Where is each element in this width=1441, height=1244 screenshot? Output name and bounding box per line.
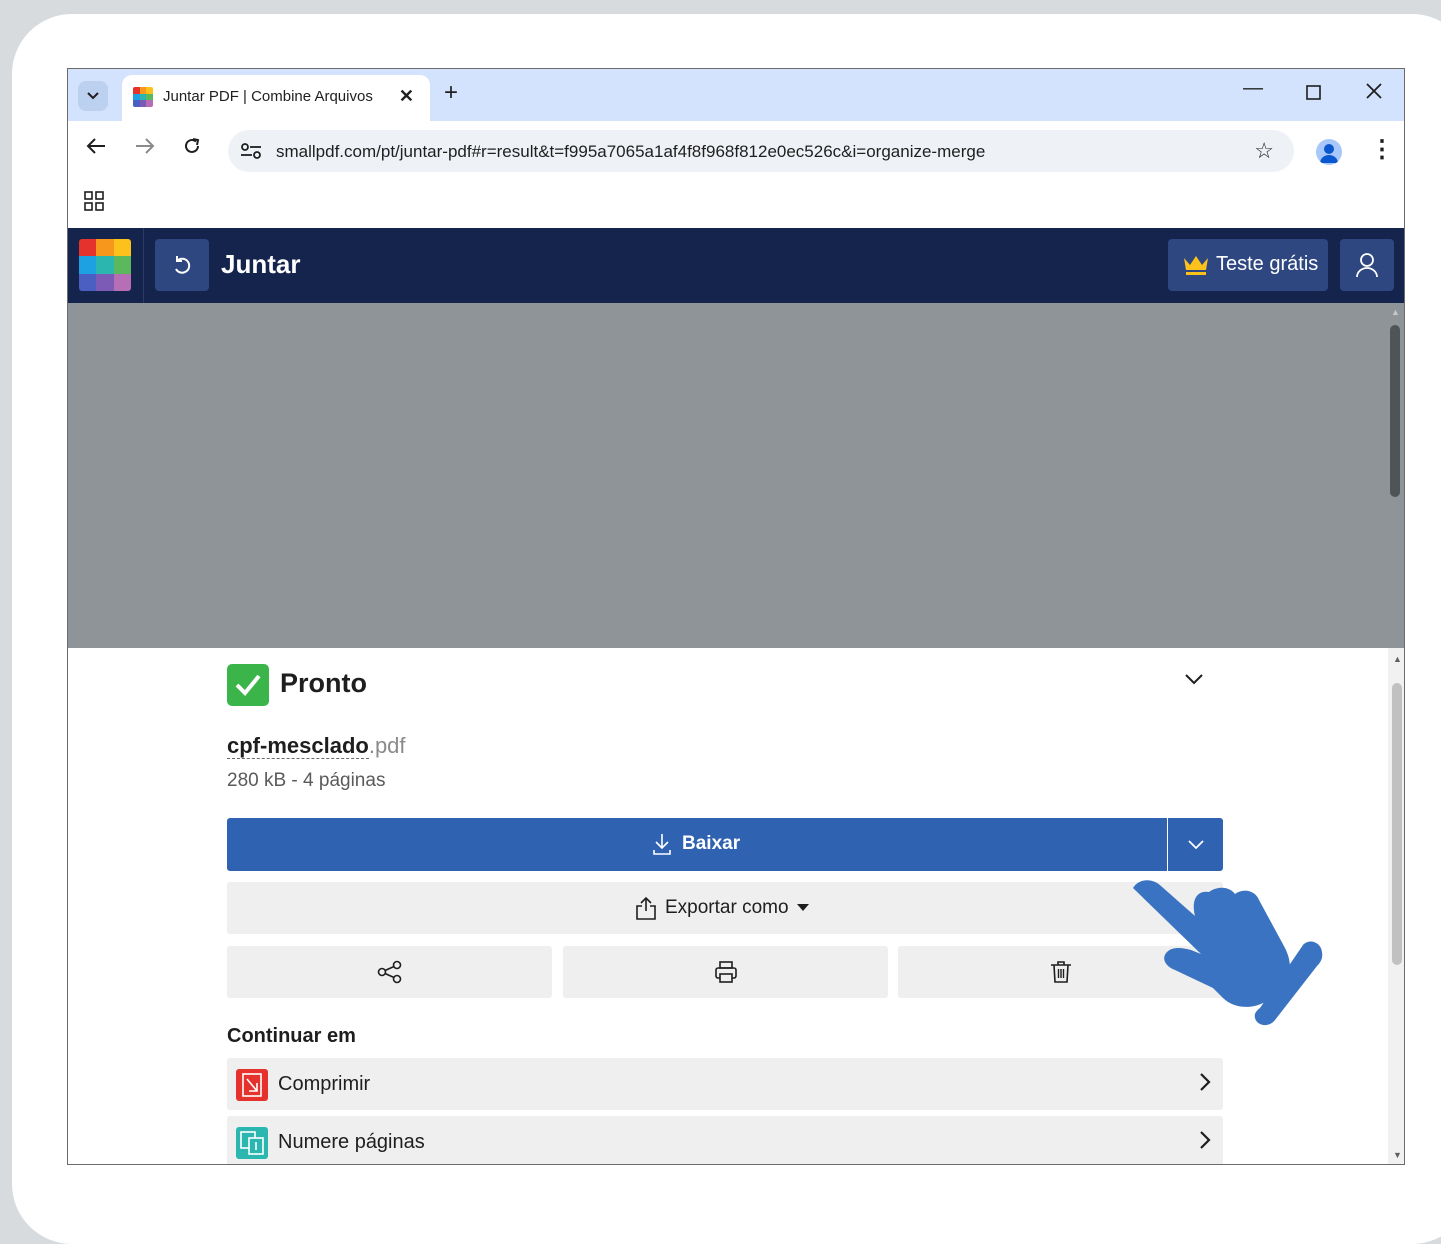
print-button[interactable]: [563, 946, 888, 998]
download-button[interactable]: Baixar: [227, 818, 1167, 871]
minimize-icon[interactable]: —: [1243, 77, 1263, 100]
maximize-icon[interactable]: [1306, 83, 1321, 106]
preview-scrollbar[interactable]: ▲: [1386, 303, 1404, 648]
preview-scroll-thumb[interactable]: [1390, 325, 1400, 497]
panel-scroll-thumb[interactable]: [1392, 683, 1402, 965]
continue-item-label: Numere páginas: [278, 1131, 425, 1153]
header-divider: [143, 228, 144, 303]
scroll-down-arrow[interactable]: ▼: [1393, 1150, 1402, 1160]
back-icon[interactable]: [86, 137, 106, 159]
download-label: Baixar: [682, 833, 741, 854]
bookmarks-bar: [68, 176, 1404, 228]
profile-icon[interactable]: [1316, 139, 1342, 165]
reload-icon[interactable]: [183, 137, 201, 159]
chevron-right-icon: [1200, 1131, 1211, 1149]
tab-title: Juntar PDF | Combine Arquivos: [163, 88, 373, 105]
continue-item-number-pages[interactable]: Numere páginas: [227, 1116, 1223, 1164]
compress-icon: [236, 1069, 268, 1101]
browser-tab[interactable]: Juntar PDF | Combine Arquivos ✕: [122, 75, 430, 121]
address-bar[interactable]: smallpdf.com/pt/juntar-pdf#r=result&t=f9…: [228, 130, 1294, 172]
file-extension: .pdf: [368, 733, 406, 758]
continue-item-label: Comprimir: [278, 1073, 371, 1095]
continue-item-compress[interactable]: Comprimir: [227, 1058, 1223, 1110]
close-window-icon[interactable]: [1366, 82, 1382, 105]
tab-strip: Juntar PDF | Combine Arquivos ✕ + —: [68, 69, 1404, 121]
undo-button[interactable]: [155, 239, 209, 291]
forward-icon[interactable]: [135, 137, 155, 159]
app-header: Juntar Teste grátis: [68, 228, 1404, 303]
panel-scrollbar[interactable]: ▲ ▼: [1388, 648, 1404, 1164]
url-text[interactable]: smallpdf.com/pt/juntar-pdf#r=result&t=f9…: [276, 142, 985, 162]
share-icon: [377, 960, 401, 984]
crown-icon: [1184, 256, 1208, 275]
file-meta: 280 kB - 4 páginas: [227, 770, 386, 791]
app-title: Juntar: [221, 249, 301, 279]
chevron-down-icon: [87, 92, 99, 100]
chevron-down-icon[interactable]: [1185, 672, 1203, 690]
more-menu-icon[interactable]: ⋮: [1370, 135, 1394, 164]
site-settings-icon[interactable]: [240, 141, 262, 161]
trash-icon: [1050, 961, 1071, 983]
free-trial-label: Teste grátis: [1216, 253, 1319, 275]
file-name[interactable]: cpf-mesclado.pdf: [227, 733, 406, 759]
print-icon: [714, 961, 737, 983]
export-as-button[interactable]: Exportar como: [227, 882, 1223, 934]
continue-heading: Continuar em: [227, 1025, 356, 1047]
user-icon: [1356, 253, 1378, 278]
download-options-button[interactable]: [1168, 818, 1223, 871]
tab-search-button[interactable]: [78, 81, 108, 111]
file-name-base[interactable]: cpf-mesclado: [227, 733, 369, 759]
smallpdf-logo[interactable]: [79, 239, 131, 291]
user-account-button[interactable]: [1340, 239, 1394, 291]
check-icon: [227, 664, 269, 706]
apps-icon[interactable]: [84, 191, 104, 211]
free-trial-button[interactable]: Teste grátis: [1168, 239, 1328, 291]
download-icon: [653, 834, 671, 855]
favicon: [133, 87, 153, 107]
chevron-down-icon: [1187, 840, 1204, 849]
pointing-hand-icon: [1133, 880, 1323, 1026]
chevron-right-icon: [1200, 1073, 1211, 1091]
undo-icon: [175, 256, 191, 274]
number-pages-icon: [236, 1127, 268, 1159]
export-icon: [636, 896, 656, 920]
document-preview: [68, 303, 1404, 648]
caret-down-icon: [796, 904, 809, 911]
status-title: Pronto: [280, 668, 367, 698]
browser-toolbar: smallpdf.com/pt/juntar-pdf#r=result&t=f9…: [68, 121, 1404, 176]
scroll-up-arrow[interactable]: ▲: [1393, 654, 1402, 664]
close-icon[interactable]: ✕: [399, 86, 414, 107]
share-button[interactable]: [227, 946, 552, 998]
export-label: Exportar como: [665, 897, 789, 918]
new-tab-icon[interactable]: +: [444, 79, 458, 107]
bookmark-star-icon[interactable]: ☆: [1254, 138, 1274, 164]
